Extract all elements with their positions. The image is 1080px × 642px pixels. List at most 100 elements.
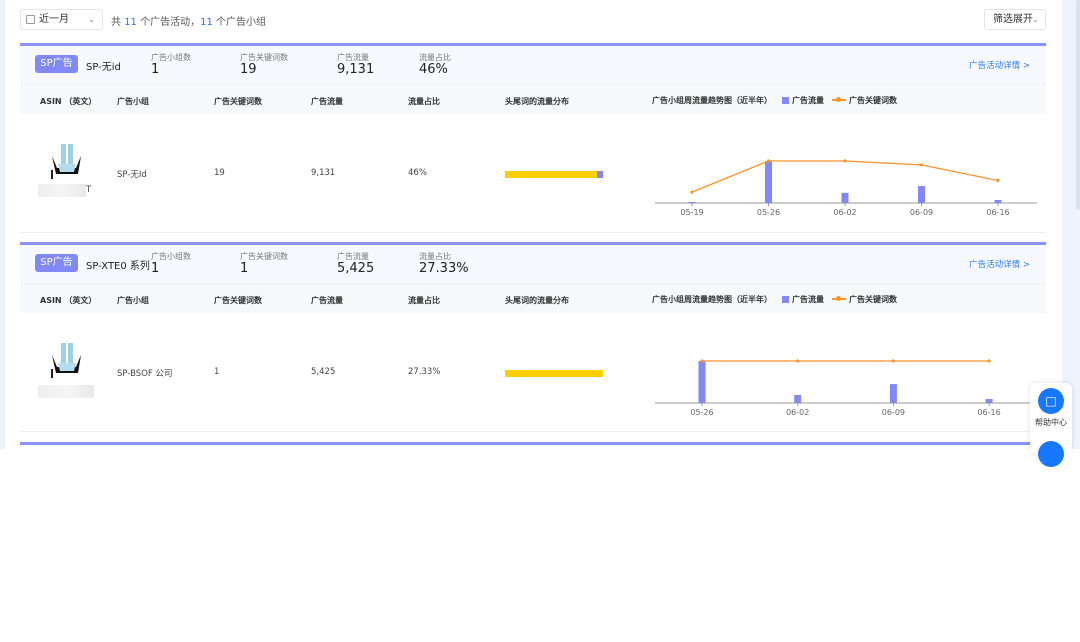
- cell-share: 46%: [408, 168, 427, 178]
- product-image: [51, 144, 81, 179]
- x-tick-label: 06-09: [882, 408, 905, 417]
- asin-suffix: T: [86, 185, 92, 195]
- cell-traffic: 9,131: [311, 168, 336, 178]
- summary-text: 共 11 个广告活动，11 个广告小组: [111, 17, 267, 28]
- campaign-detail-link[interactable]: 广告活动详情 >: [969, 59, 1030, 71]
- campaign-type-badge: SP广告: [35, 55, 78, 73]
- campaign-name: SP-XTE0 系列: [86, 261, 150, 272]
- tail-segment: [597, 171, 603, 178]
- traffic-bar: [918, 186, 925, 203]
- keyword-point: [700, 359, 704, 363]
- col-asin: ASIN （英文）: [40, 296, 97, 305]
- col-share: 流量占比: [408, 296, 440, 305]
- table-header: ASIN （英文） 广告小组 广告关键词数 广告流量 流量占比 头尾词的流量分布…: [20, 283, 1046, 313]
- cell-traffic: 5,425: [311, 367, 336, 377]
- help-widget[interactable]: □ 帮助中心: [1030, 383, 1072, 467]
- campaign-count: 11: [124, 17, 137, 28]
- stat-share: 流量占比 46%: [419, 53, 451, 77]
- campaign-name: SP-无id: [86, 62, 121, 73]
- cell-group: SP-无Id: [117, 170, 147, 180]
- calendar-icon: [26, 15, 35, 24]
- stat-keywords: 广告关键词数 1: [240, 252, 288, 276]
- col-trend: 广告小组周流量趋势图（近半年） 广告流量 广告关键词数: [652, 96, 897, 105]
- col-keywords: 广告关键词数: [214, 97, 262, 106]
- legend-bar-swatch: [782, 296, 789, 303]
- x-tick-label: 06-09: [910, 208, 933, 217]
- stat-share: 流量占比 27.33%: [419, 252, 469, 276]
- chevron-down-icon: ⌄: [88, 15, 95, 24]
- date-range-select[interactable]: 近一月 ⌄: [20, 9, 103, 30]
- filter-expand-button[interactable]: 筛选展开 ⌄: [984, 9, 1046, 30]
- table-row: SP-BSOF 公司 1 5,425 27.33% 05-26 06-02 06-0…: [20, 313, 1046, 432]
- col-group: 广告小组: [117, 97, 149, 106]
- campaign-card: SP广告 SP-XTE0 系列 广告小组数 1 广告关键词数 1 广告流量 5,425…: [20, 242, 1046, 442]
- traffic-bar: [841, 192, 849, 203]
- x-tick-label: 06-16: [986, 208, 1009, 217]
- cell-group: SP-BSOF 公司: [117, 369, 173, 379]
- x-tick-label: 06-02: [786, 408, 809, 417]
- x-tick-label: 05-26: [690, 408, 713, 417]
- right-scroll-area: [1062, 0, 1080, 449]
- book-icon: □: [1038, 388, 1064, 414]
- scrollbar[interactable]: [1076, 0, 1080, 210]
- col-share: 流量占比: [408, 97, 440, 106]
- table-header: ASIN （英文） 广告小组 广告关键词数 广告流量 流量占比 头尾词的流量分布…: [20, 84, 1046, 114]
- head-tail-distribution-bar: [505, 171, 603, 178]
- keyword-point: [766, 159, 771, 163]
- traffic-bar: [765, 161, 772, 203]
- keyword-point: [891, 359, 895, 363]
- date-range-value: 近一月: [39, 14, 69, 25]
- keyword-point: [690, 190, 694, 194]
- group-count: 11: [200, 17, 213, 28]
- legend-bar-swatch: [782, 97, 789, 104]
- col-asin: ASIN （英文）: [40, 97, 97, 106]
- stat-groups: 广告小组数 1: [151, 252, 191, 276]
- table-row: T SP-无Id 19 9,131 46% 05-19 05-26 06-02 06-…: [20, 114, 1046, 233]
- cell-keywords: 19: [214, 168, 225, 178]
- campaign-type-badge: SP广告: [35, 254, 78, 272]
- traffic-bar: [688, 202, 696, 203]
- toolbar: 近一月 ⌄ 共 11 个广告活动，11 个广告小组 筛选展开 ⌄: [20, 9, 1046, 31]
- x-tick-label: 05-26: [757, 208, 780, 217]
- col-keywords: 广告关键词数: [214, 296, 262, 305]
- keyword-point: [796, 359, 800, 363]
- legend-line-swatch: [832, 97, 846, 102]
- traffic-bar: [889, 384, 897, 403]
- traffic-bar: [794, 395, 802, 403]
- product-image: [51, 343, 81, 378]
- stat-keywords: 广告关键词数 19: [240, 53, 288, 77]
- col-traffic: 广告流量: [311, 97, 343, 106]
- traffic-bar: [994, 199, 1002, 203]
- keyword-line: [691, 160, 999, 193]
- keyword-point: [843, 159, 847, 163]
- head-tail-distribution-bar: [505, 370, 603, 377]
- chevron-down-icon: ⌄: [1032, 15, 1039, 24]
- stat-traffic: 广告流量 9,131: [337, 53, 375, 77]
- left-gutter: [0, 0, 5, 449]
- col-distribution: 头尾词的流量分布: [505, 97, 569, 106]
- weekly-trend-chart: 05-19 05-26 06-02 06-09 06-16: [655, 159, 1037, 217]
- cell-share: 27.33%: [408, 367, 441, 377]
- support-avatar-icon[interactable]: [1038, 441, 1064, 467]
- col-group: 广告小组: [117, 296, 149, 305]
- stat-traffic: 广告流量 5,425: [337, 252, 375, 276]
- asin-text-blurred: [38, 184, 86, 197]
- x-tick-label: 06-02: [833, 208, 856, 217]
- x-tick-label: 05-19: [680, 208, 703, 217]
- legend-line-swatch: [832, 296, 846, 301]
- campaign-detail-link[interactable]: 广告活动详情 >: [969, 258, 1030, 270]
- traffic-bar: [698, 361, 706, 403]
- stat-groups: 广告小组数 1: [151, 53, 191, 77]
- asin-text-blurred: [38, 385, 94, 398]
- col-traffic: 广告流量: [311, 296, 343, 305]
- campaign-header: SP广告 SP-XTE0 系列 广告小组数 1 广告关键词数 1 广告流量 5,425…: [20, 245, 1046, 283]
- keyword-point: [987, 359, 991, 363]
- traffic-bar: [985, 399, 993, 403]
- campaign-card: SP广告 SP-无id 广告小组数 1 广告关键词数 19 广告流量 9,131 流量…: [20, 43, 1046, 243]
- help-center-label: 帮助中心: [1035, 418, 1067, 427]
- campaign-header: SP广告 SP-无id 广告小组数 1 广告关键词数 19 广告流量 9,131 流量…: [20, 46, 1046, 84]
- x-tick-label: 06-16: [977, 408, 1000, 417]
- col-distribution: 头尾词的流量分布: [505, 296, 569, 305]
- keyword-point: [996, 178, 1000, 183]
- weekly-trend-chart: 05-26 06-02 06-09 06-16: [655, 359, 1037, 417]
